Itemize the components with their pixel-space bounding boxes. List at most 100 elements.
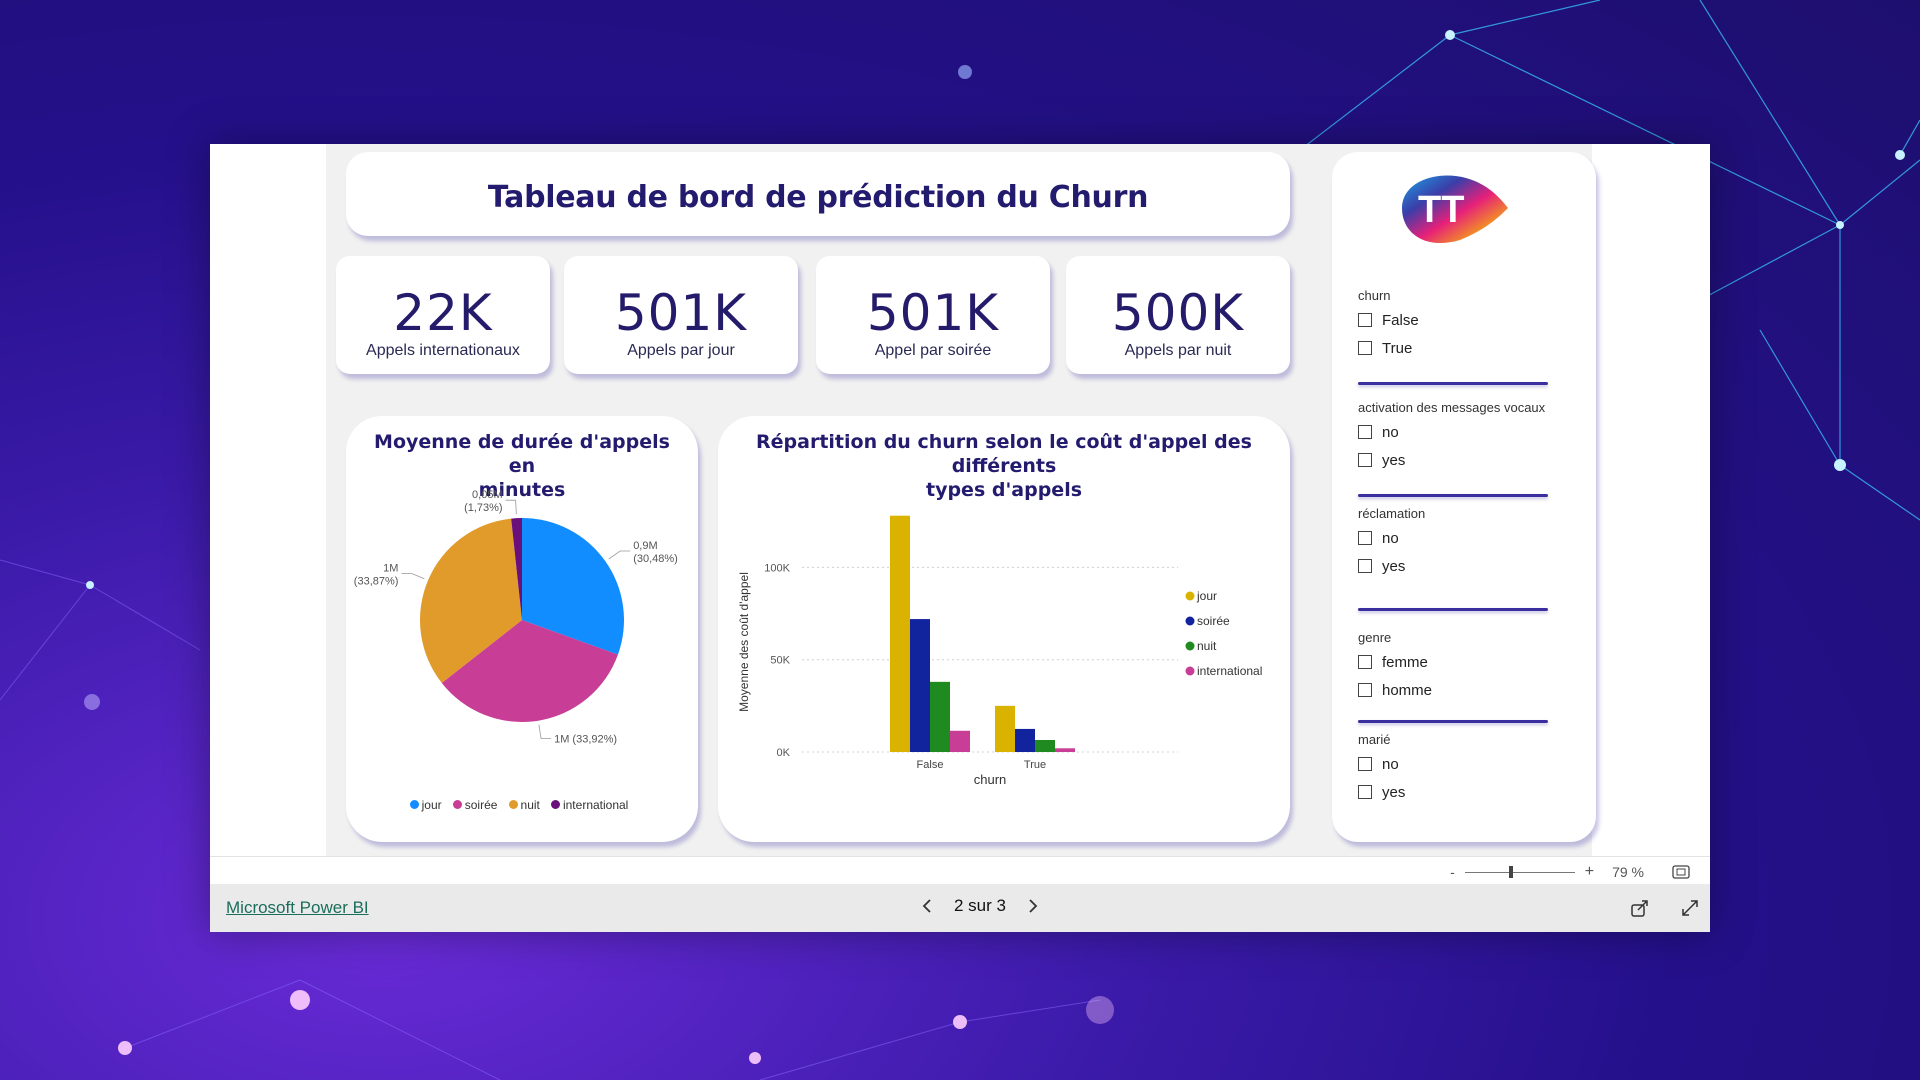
kpi-label: Appels par nuit: [1124, 342, 1232, 359]
legend-item-soiree[interactable]: soirée: [452, 798, 497, 812]
pie-data-label-line: 1M: [383, 562, 398, 574]
zoom-level: 79 %: [1612, 864, 1644, 880]
option-label: True: [1382, 339, 1413, 357]
tunisie-telecom-logo: TT: [1402, 175, 1508, 244]
kpi-card-international[interactable]: 22K Appels internationaux: [336, 256, 550, 374]
slicer-title: réclamation: [1358, 506, 1426, 521]
option-label: femme: [1382, 653, 1428, 671]
pie-data-label-line: 0,05M: [472, 489, 503, 501]
checkbox[interactable]: [1358, 425, 1372, 439]
fit-page-icon[interactable]: [1672, 865, 1690, 879]
page-indicator: 2 sur 3: [954, 896, 1006, 915]
slicer-churn: churn False True: [1358, 286, 1588, 362]
slicer-option-no[interactable]: no: [1358, 418, 1588, 446]
slicer-messages-vocaux: activation des messages vocaux no yes: [1358, 398, 1588, 474]
bar-soirée-False[interactable]: [910, 619, 930, 752]
zoom-strip: - + 79 %: [210, 856, 1710, 885]
kpi-value: 501K: [866, 284, 1000, 342]
zoom-slider[interactable]: [1464, 865, 1575, 878]
slicer-option-yes[interactable]: yes: [1358, 446, 1588, 474]
legend-item-jour[interactable]: jour: [409, 797, 442, 812]
slicer-title: genre: [1358, 630, 1392, 645]
slicer-divider: [1358, 608, 1548, 611]
checkbox[interactable]: [1358, 313, 1372, 327]
kpi-label: Appels par jour: [627, 342, 735, 359]
pie-chart-card[interactable]: Moyenne de durée d'appels en minutes 0,9…: [346, 416, 698, 842]
x-tick-label: True: [1024, 759, 1046, 771]
x-axis-label: churn: [974, 772, 1007, 787]
bar-nuit-False[interactable]: [930, 681, 950, 752]
checkbox[interactable]: [1358, 757, 1372, 771]
slicer-option-no[interactable]: no: [1358, 524, 1588, 552]
slicer-marie: marié no yes: [1358, 730, 1588, 806]
legend-item-international[interactable]: international: [550, 798, 628, 812]
option-label: yes: [1382, 783, 1406, 801]
legend-dot: [1185, 641, 1195, 651]
slicer-option-yes[interactable]: yes: [1358, 552, 1588, 580]
legend-dot: [1185, 591, 1195, 601]
slicer-option-femme[interactable]: femme: [1358, 648, 1588, 676]
chevron-right-icon[interactable]: [1026, 898, 1040, 914]
legend-label: nuit: [520, 797, 540, 812]
page-navigator: 2 sur 3: [920, 896, 1040, 916]
powerbi-footer: Microsoft Power BI 2 sur 3: [210, 884, 1710, 932]
legend-label-international[interactable]: international: [1197, 664, 1262, 678]
y-tick-label: 50K: [770, 655, 790, 667]
bar-jour-True[interactable]: [995, 705, 1015, 752]
slicer-title: activation des messages vocaux: [1358, 400, 1546, 415]
option-label: yes: [1382, 557, 1406, 575]
slicer-option-homme[interactable]: homme: [1358, 676, 1588, 704]
legend-label-nuit[interactable]: nuit: [1197, 639, 1217, 653]
legend-dot: [409, 800, 419, 809]
bar-soirée-True[interactable]: [1015, 728, 1035, 752]
bar-chart-card[interactable]: Répartition du churn selon le coût d'app…: [718, 416, 1290, 842]
pie-data-label: 0,05M (1,73%): [464, 489, 503, 514]
powerbi-link[interactable]: Microsoft Power BI: [226, 898, 369, 918]
kpi-card-nuit[interactable]: 500K Appels par nuit: [1066, 256, 1290, 374]
share-icon[interactable]: [1630, 898, 1650, 918]
legend-label-soirée[interactable]: soirée: [1197, 614, 1230, 628]
pie-leader-line: [608, 550, 631, 560]
kpi-card-jour[interactable]: 501K Appels par jour: [564, 256, 798, 374]
kpi-card-soiree[interactable]: 501K Appel par soirée: [816, 256, 1050, 374]
checkbox[interactable]: [1358, 655, 1372, 669]
zoom-slider-thumb[interactable]: [1508, 865, 1513, 878]
chevron-left-icon[interactable]: [920, 898, 934, 914]
legend-dot: [1185, 616, 1195, 626]
zoom-in-button[interactable]: +: [1585, 863, 1594, 881]
kpi-label: Appel par soirée: [874, 342, 992, 359]
slicer-option-false[interactable]: False: [1358, 306, 1588, 334]
option-label: no: [1382, 529, 1399, 547]
bar-jour-False[interactable]: [890, 515, 910, 752]
logo-text: TT: [1418, 189, 1464, 231]
bar-international-True[interactable]: [1055, 748, 1075, 752]
zoom-out-button[interactable]: -: [1450, 864, 1455, 880]
y-tick-label: 100K: [764, 562, 790, 574]
option-label: no: [1382, 755, 1399, 773]
pie-chart: 0,9M (30,48%) 1M (33,92%) 1M (33,87%) 0,05M (1…: [354, 489, 678, 745]
checkbox[interactable]: [1358, 559, 1372, 573]
slicer-divider: [1358, 382, 1548, 385]
legend-label: jour: [421, 797, 442, 812]
pie-data-label-line: (1,73%): [464, 502, 503, 514]
expand-icon[interactable]: [1680, 898, 1700, 918]
slicer-option-no[interactable]: no: [1358, 750, 1588, 778]
legend-item-nuit[interactable]: nuit: [508, 797, 540, 812]
pie-data-label: 1M (33,92%): [554, 733, 617, 745]
pie-legend: jour soirée nuit international: [346, 794, 698, 813]
legend-label-jour[interactable]: jour: [1196, 589, 1217, 603]
checkbox[interactable]: [1358, 453, 1372, 467]
page-title: Tableau de bord de prédiction du Churn: [487, 180, 1149, 215]
x-tick-label: False: [917, 759, 944, 771]
checkbox[interactable]: [1358, 341, 1372, 355]
checkbox[interactable]: [1358, 531, 1372, 545]
checkbox[interactable]: [1358, 785, 1372, 799]
slicer-option-true[interactable]: True: [1358, 334, 1588, 362]
checkbox[interactable]: [1358, 683, 1372, 697]
bar-nuit-True[interactable]: [1035, 740, 1055, 752]
pie-data-label: 1M (33,87%): [354, 562, 399, 587]
bar-chart: 0K 50K 100K Moyenne des coût d'appel False Tr…: [737, 515, 1262, 787]
report-canvas: Tableau de bord de prédiction du Churn 2…: [326, 144, 1596, 856]
slicer-option-yes[interactable]: yes: [1358, 778, 1588, 806]
bar-international-False[interactable]: [950, 730, 970, 752]
